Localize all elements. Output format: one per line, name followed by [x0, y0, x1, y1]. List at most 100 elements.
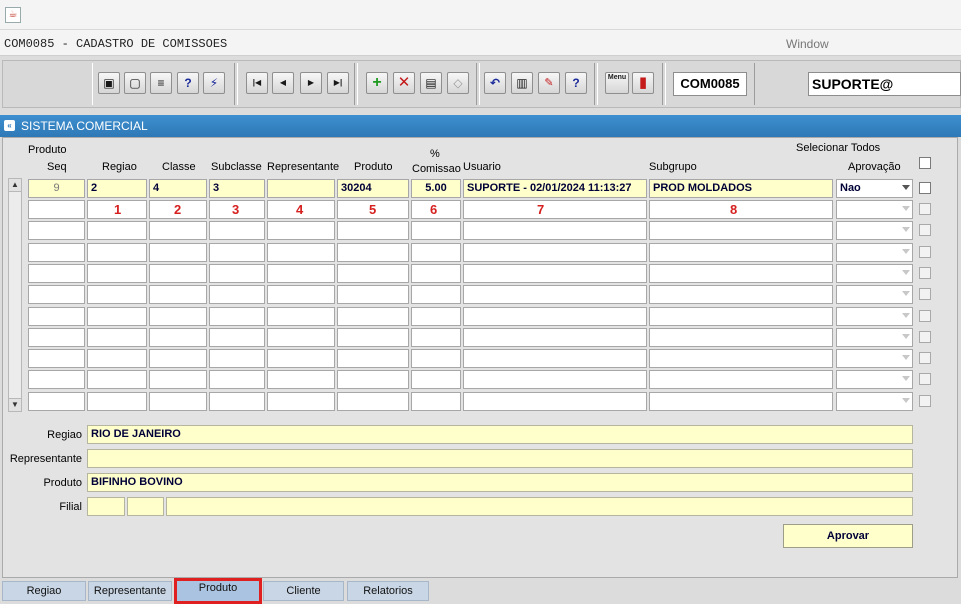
scroll-down-icon[interactable]: ▼: [8, 398, 22, 412]
empty-aprovacao-select[interactable]: [836, 370, 913, 389]
row1-subclasse[interactable]: 3: [209, 179, 265, 198]
empty-cell-comissao[interactable]: [411, 264, 461, 283]
empty-aprovacao-select[interactable]: [836, 243, 913, 262]
row-checkbox[interactable]: [919, 246, 931, 258]
produto-description[interactable]: BIFINHO BOVINO: [87, 473, 913, 492]
delete-record-icon[interactable]: ✕: [393, 72, 415, 94]
empty-cell-regiao[interactable]: [87, 370, 147, 389]
query-execute-icon[interactable]: ⚡: [203, 72, 225, 94]
row1-produto[interactable]: 30204: [337, 179, 409, 198]
duplicate-icon[interactable]: ◇: [447, 72, 469, 94]
empty-cell-subgrupo[interactable]: [649, 243, 833, 262]
empty-aprovacao-select[interactable]: [836, 392, 913, 411]
empty-cell-subgrupo[interactable]: [649, 392, 833, 411]
empty-cell-seq[interactable]: [28, 307, 85, 326]
empty-cell-subgrupo[interactable]: [649, 200, 833, 219]
clear-record-icon[interactable]: ▤: [420, 72, 442, 94]
empty-aprovacao-select[interactable]: [836, 200, 913, 219]
empty-cell-seq[interactable]: [28, 328, 85, 347]
empty-cell-comissao[interactable]: [411, 349, 461, 368]
empty-cell-representante[interactable]: [267, 349, 335, 368]
empty-cell-representante[interactable]: [267, 392, 335, 411]
empty-cell-subclasse[interactable]: [209, 370, 265, 389]
empty-cell-usuario[interactable]: [463, 392, 647, 411]
empty-cell-seq[interactable]: [28, 285, 85, 304]
empty-cell-representante[interactable]: [267, 307, 335, 326]
row1-checkbox[interactable]: [919, 182, 931, 194]
screen-icon[interactable]: ▢: [124, 72, 146, 94]
empty-cell-usuario[interactable]: [463, 349, 647, 368]
empty-cell-seq[interactable]: [28, 200, 85, 219]
empty-cell-subclasse[interactable]: [209, 285, 265, 304]
empty-cell-regiao[interactable]: [87, 307, 147, 326]
representante-description[interactable]: [87, 449, 913, 468]
empty-aprovacao-select[interactable]: [836, 349, 913, 368]
empty-cell-representante[interactable]: [267, 370, 335, 389]
row-checkbox[interactable]: [919, 288, 931, 300]
filial-code[interactable]: [87, 497, 125, 516]
save-icon[interactable]: ▣: [98, 72, 120, 94]
empty-cell-subgrupo[interactable]: [649, 221, 833, 240]
row-checkbox[interactable]: [919, 395, 931, 407]
empty-aprovacao-select[interactable]: [836, 285, 913, 304]
grid-scrollbar[interactable]: [8, 178, 22, 412]
empty-aprovacao-select[interactable]: [836, 264, 913, 283]
row1-seq[interactable]: 9: [28, 179, 85, 198]
row-checkbox[interactable]: [919, 203, 931, 215]
empty-cell-subclasse[interactable]: [209, 349, 265, 368]
empty-cell-produto[interactable]: [337, 349, 409, 368]
empty-cell-classe[interactable]: [149, 307, 207, 326]
help-icon[interactable]: ?: [565, 72, 587, 94]
empty-cell-classe[interactable]: [149, 221, 207, 240]
empty-cell-subclasse[interactable]: [209, 307, 265, 326]
print-icon[interactable]: ≡: [150, 72, 172, 94]
insert-record-icon[interactable]: +: [366, 72, 388, 94]
empty-cell-produto[interactable]: [337, 370, 409, 389]
row-checkbox[interactable]: [919, 310, 931, 322]
empty-cell-produto[interactable]: [337, 285, 409, 304]
row1-usuario[interactable]: SUPORTE - 02/01/2024 11:13:27: [463, 179, 647, 198]
row1-comissao[interactable]: 5.00: [411, 179, 461, 198]
empty-cell-classe[interactable]: [149, 370, 207, 389]
empty-cell-subgrupo[interactable]: [649, 349, 833, 368]
first-record-icon[interactable]: |◀: [246, 72, 268, 94]
empty-cell-produto[interactable]: [337, 328, 409, 347]
tab-representante[interactable]: Representante: [88, 581, 172, 601]
row1-aprovacao-select[interactable]: Nao: [836, 179, 913, 198]
empty-cell-seq[interactable]: [28, 370, 85, 389]
empty-cell-regiao[interactable]: [87, 264, 147, 283]
empty-cell-usuario[interactable]: [463, 264, 647, 283]
empty-cell-subclasse[interactable]: [209, 392, 265, 411]
empty-cell-regiao[interactable]: [87, 221, 147, 240]
select-all-checkbox[interactable]: [919, 157, 931, 169]
tools-icon[interactable]: ✎: [538, 72, 560, 94]
window-menu[interactable]: Window: [786, 37, 829, 51]
row-checkbox[interactable]: [919, 224, 931, 236]
empty-cell-subclasse[interactable]: [209, 221, 265, 240]
empty-cell-usuario[interactable]: [463, 370, 647, 389]
empty-cell-subclasse[interactable]: [209, 328, 265, 347]
empty-cell-comissao[interactable]: [411, 392, 461, 411]
row1-classe[interactable]: 4: [149, 179, 207, 198]
row1-subgrupo[interactable]: PROD MOLDADOS: [649, 179, 833, 198]
empty-cell-regiao[interactable]: [87, 243, 147, 262]
empty-cell-regiao[interactable]: [87, 349, 147, 368]
empty-cell-representante[interactable]: [267, 264, 335, 283]
menu-icon[interactable]: Menu: [605, 72, 629, 94]
empty-cell-subgrupo[interactable]: [649, 264, 833, 283]
undo-icon[interactable]: ↶: [484, 72, 506, 94]
tab-produto[interactable]: Produto: [174, 578, 262, 604]
empty-cell-subgrupo[interactable]: [649, 328, 833, 347]
aprovar-button[interactable]: Aprovar: [783, 524, 913, 548]
empty-aprovacao-select[interactable]: [836, 221, 913, 240]
empty-cell-comissao[interactable]: [411, 243, 461, 262]
empty-cell-usuario[interactable]: [463, 328, 647, 347]
empty-cell-seq[interactable]: [28, 221, 85, 240]
empty-cell-seq[interactable]: [28, 392, 85, 411]
empty-cell-regiao[interactable]: [87, 392, 147, 411]
empty-cell-comissao[interactable]: [411, 285, 461, 304]
empty-cell-comissao[interactable]: [411, 221, 461, 240]
empty-cell-comissao[interactable]: [411, 307, 461, 326]
empty-cell-classe[interactable]: [149, 285, 207, 304]
row-checkbox[interactable]: [919, 373, 931, 385]
